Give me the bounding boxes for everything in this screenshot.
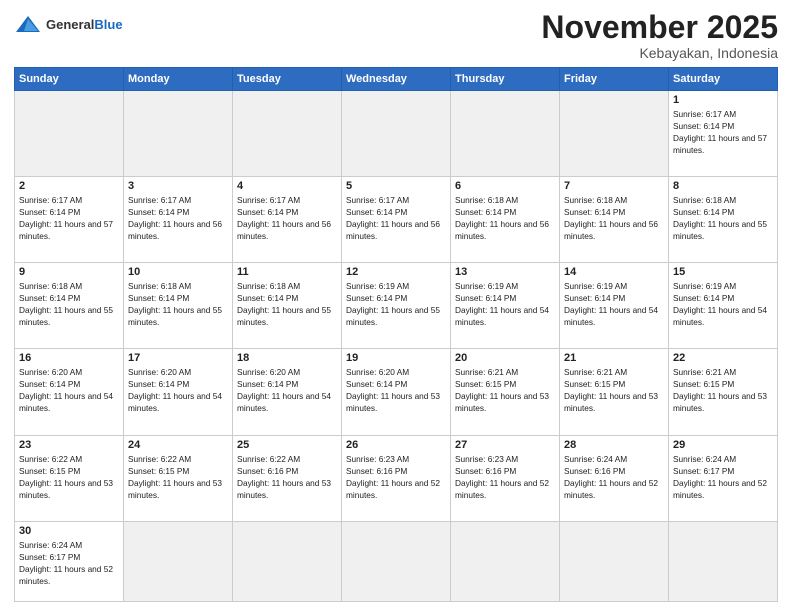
logo: GeneralBlue bbox=[14, 14, 123, 36]
col-saturday: Saturday bbox=[669, 68, 778, 91]
empty-cell bbox=[342, 521, 451, 601]
day-30: 30 Sunrise: 6:24 AM Sunset: 6:17 PM Dayl… bbox=[15, 521, 124, 601]
location: Kebayakan, Indonesia bbox=[541, 45, 778, 61]
day-19: 19 Sunrise: 6:20 AM Sunset: 6:14 PM Dayl… bbox=[342, 349, 451, 435]
empty-cell bbox=[451, 521, 560, 601]
logo-icon bbox=[14, 14, 42, 36]
daylight: Daylight: 11 hours and 57 minutes. bbox=[673, 133, 767, 155]
day-8: 8 Sunrise: 6:18 AM Sunset: 6:14 PM Dayli… bbox=[669, 177, 778, 263]
week-row-2: 2 Sunrise: 6:17 AM Sunset: 6:14 PM Dayli… bbox=[15, 177, 778, 263]
day-23: 23 Sunrise: 6:22 AM Sunset: 6:15 PM Dayl… bbox=[15, 435, 124, 521]
day-info: Sunrise: 6:17 AM Sunset: 6:14 PM Dayligh… bbox=[673, 108, 773, 156]
day-6: 6 Sunrise: 6:18 AM Sunset: 6:14 PM Dayli… bbox=[451, 177, 560, 263]
weekday-header-row: Sunday Monday Tuesday Wednesday Thursday… bbox=[15, 68, 778, 91]
empty-cell bbox=[233, 521, 342, 601]
header: GeneralBlue November 2025 Kebayakan, Ind… bbox=[14, 10, 778, 61]
empty-cell bbox=[15, 91, 124, 177]
week-row-5: 23 Sunrise: 6:22 AM Sunset: 6:15 PM Dayl… bbox=[15, 435, 778, 521]
day-14: 14 Sunrise: 6:19 AM Sunset: 6:14 PM Dayl… bbox=[560, 263, 669, 349]
week-row-1: 1 Sunrise: 6:17 AM Sunset: 6:14 PM Dayli… bbox=[15, 91, 778, 177]
empty-cell bbox=[560, 91, 669, 177]
empty-cell bbox=[669, 521, 778, 601]
day-24: 24 Sunrise: 6:22 AM Sunset: 6:15 PM Dayl… bbox=[124, 435, 233, 521]
empty-cell bbox=[342, 91, 451, 177]
day-12: 12 Sunrise: 6:19 AM Sunset: 6:14 PM Dayl… bbox=[342, 263, 451, 349]
empty-cell bbox=[124, 521, 233, 601]
day-16: 16 Sunrise: 6:20 AM Sunset: 6:14 PM Dayl… bbox=[15, 349, 124, 435]
sunset: Sunset: 6:14 PM bbox=[673, 121, 734, 131]
day-15: 15 Sunrise: 6:19 AM Sunset: 6:14 PM Dayl… bbox=[669, 263, 778, 349]
logo-text: GeneralBlue bbox=[46, 17, 123, 33]
day-13: 13 Sunrise: 6:19 AM Sunset: 6:14 PM Dayl… bbox=[451, 263, 560, 349]
col-wednesday: Wednesday bbox=[342, 68, 451, 91]
day-7: 7 Sunrise: 6:18 AM Sunset: 6:14 PM Dayli… bbox=[560, 177, 669, 263]
day-5: 5 Sunrise: 6:17 AM Sunset: 6:14 PM Dayli… bbox=[342, 177, 451, 263]
calendar-table: Sunday Monday Tuesday Wednesday Thursday… bbox=[14, 67, 778, 602]
day-21: 21 Sunrise: 6:21 AM Sunset: 6:15 PM Dayl… bbox=[560, 349, 669, 435]
day-26: 26 Sunrise: 6:23 AM Sunset: 6:16 PM Dayl… bbox=[342, 435, 451, 521]
empty-cell bbox=[560, 521, 669, 601]
page: GeneralBlue November 2025 Kebayakan, Ind… bbox=[0, 0, 792, 612]
day-2: 2 Sunrise: 6:17 AM Sunset: 6:14 PM Dayli… bbox=[15, 177, 124, 263]
day-1: 1 Sunrise: 6:17 AM Sunset: 6:14 PM Dayli… bbox=[669, 91, 778, 177]
month-title: November 2025 bbox=[541, 10, 778, 45]
day-29: 29 Sunrise: 6:24 AM Sunset: 6:17 PM Dayl… bbox=[669, 435, 778, 521]
day-20: 20 Sunrise: 6:21 AM Sunset: 6:15 PM Dayl… bbox=[451, 349, 560, 435]
day-18: 18 Sunrise: 6:20 AM Sunset: 6:14 PM Dayl… bbox=[233, 349, 342, 435]
col-monday: Monday bbox=[124, 68, 233, 91]
col-friday: Friday bbox=[560, 68, 669, 91]
day-25: 25 Sunrise: 6:22 AM Sunset: 6:16 PM Dayl… bbox=[233, 435, 342, 521]
day-info: Sunrise: 6:17 AM Sunset: 6:14 PM Dayligh… bbox=[19, 194, 119, 242]
empty-cell bbox=[124, 91, 233, 177]
day-10: 10 Sunrise: 6:18 AM Sunset: 6:14 PM Dayl… bbox=[124, 263, 233, 349]
day-28: 28 Sunrise: 6:24 AM Sunset: 6:16 PM Dayl… bbox=[560, 435, 669, 521]
day-3: 3 Sunrise: 6:17 AM Sunset: 6:14 PM Dayli… bbox=[124, 177, 233, 263]
day-number: 2 bbox=[19, 180, 119, 192]
day-9: 9 Sunrise: 6:18 AM Sunset: 6:14 PM Dayli… bbox=[15, 263, 124, 349]
week-row-6: 30 Sunrise: 6:24 AM Sunset: 6:17 PM Dayl… bbox=[15, 521, 778, 601]
empty-cell bbox=[233, 91, 342, 177]
day-4: 4 Sunrise: 6:17 AM Sunset: 6:14 PM Dayli… bbox=[233, 177, 342, 263]
week-row-3: 9 Sunrise: 6:18 AM Sunset: 6:14 PM Dayli… bbox=[15, 263, 778, 349]
sunrise: Sunrise: 6:17 AM bbox=[673, 109, 736, 119]
col-sunday: Sunday bbox=[15, 68, 124, 91]
empty-cell bbox=[451, 91, 560, 177]
week-row-4: 16 Sunrise: 6:20 AM Sunset: 6:14 PM Dayl… bbox=[15, 349, 778, 435]
day-11: 11 Sunrise: 6:18 AM Sunset: 6:14 PM Dayl… bbox=[233, 263, 342, 349]
title-block: November 2025 Kebayakan, Indonesia bbox=[541, 10, 778, 61]
col-thursday: Thursday bbox=[451, 68, 560, 91]
day-22: 22 Sunrise: 6:21 AM Sunset: 6:15 PM Dayl… bbox=[669, 349, 778, 435]
day-number: 1 bbox=[673, 94, 773, 106]
day-27: 27 Sunrise: 6:23 AM Sunset: 6:16 PM Dayl… bbox=[451, 435, 560, 521]
col-tuesday: Tuesday bbox=[233, 68, 342, 91]
day-17: 17 Sunrise: 6:20 AM Sunset: 6:14 PM Dayl… bbox=[124, 349, 233, 435]
